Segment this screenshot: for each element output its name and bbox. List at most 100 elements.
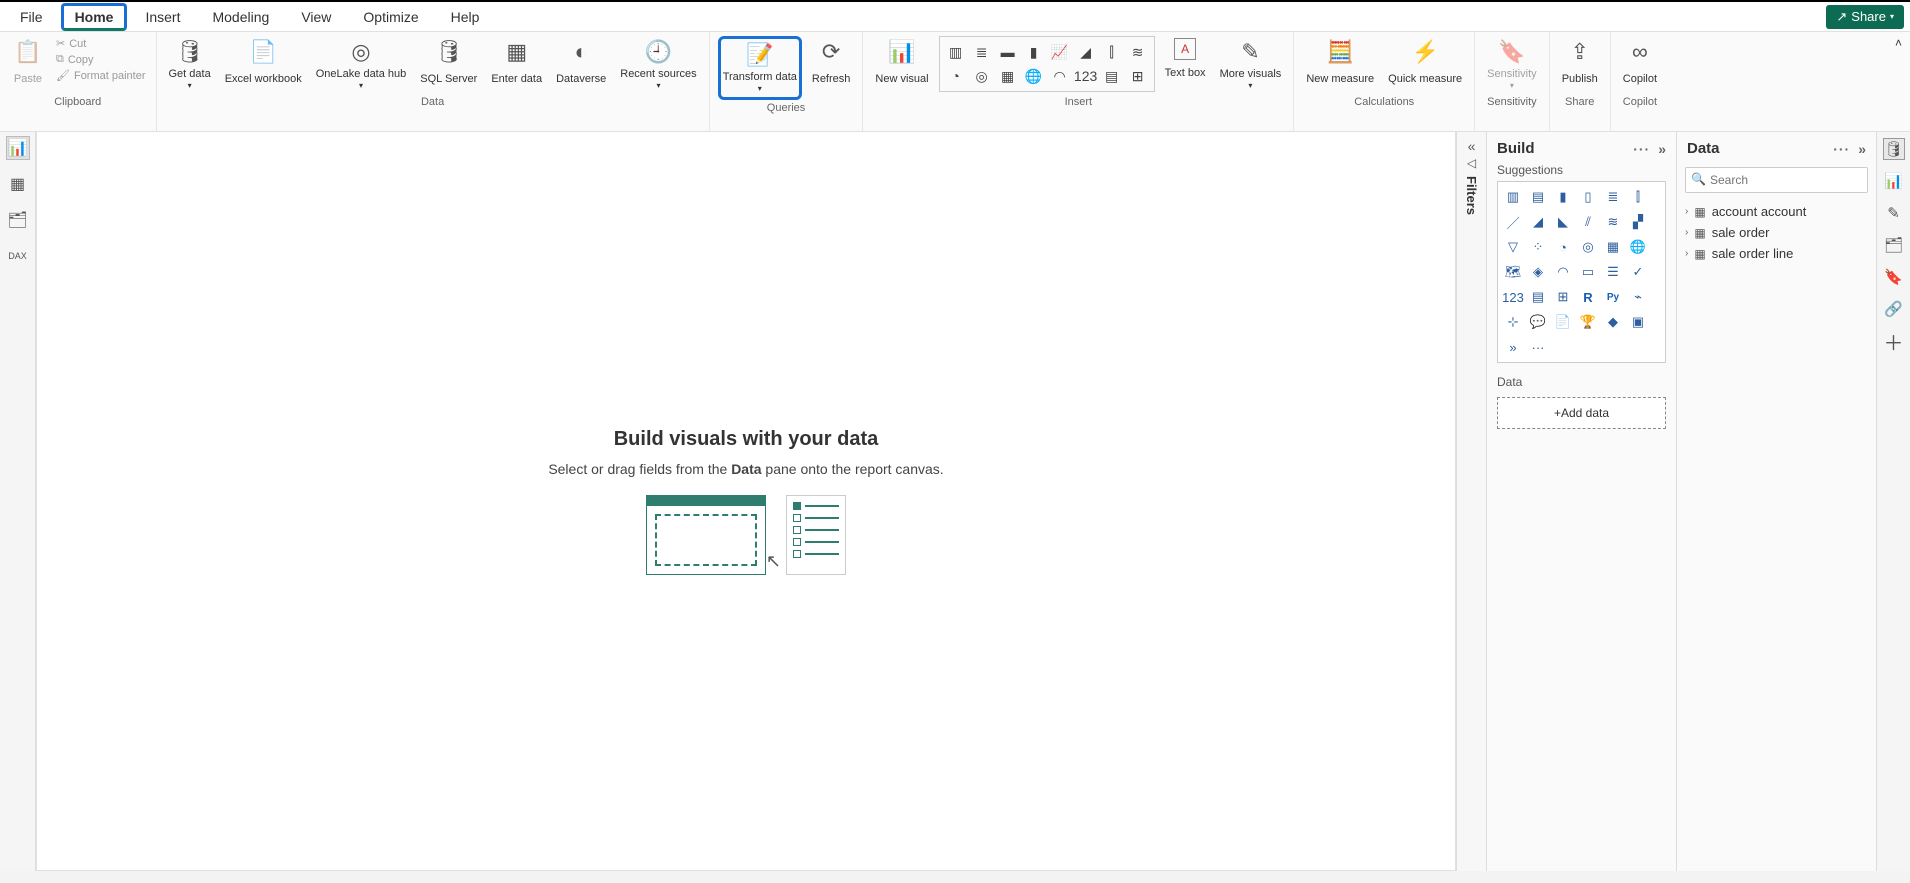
viz-keyinf[interactable]: ⌁ (1627, 286, 1649, 308)
treemap-icon[interactable]: ▦ (996, 65, 1020, 87)
viz-100bar[interactable]: ≣ (1602, 186, 1624, 208)
quick-measure-button[interactable]: ⚡Quick measure (1384, 36, 1466, 94)
viz-line[interactable]: ／ (1502, 211, 1524, 233)
tab-file[interactable]: File (6, 3, 57, 31)
data-search-input[interactable] (1685, 167, 1868, 193)
viz-slicer[interactable]: 123 (1502, 286, 1524, 308)
table-sale-order[interactable]: ›▦sale order (1683, 222, 1870, 243)
donut-icon[interactable]: ◎ (970, 65, 994, 87)
more-visuals-button[interactable]: ✎More visuals▾ (1216, 36, 1286, 94)
onelake-button[interactable]: ◎OneLake data hub▾ (312, 36, 411, 94)
report-canvas[interactable]: Build visuals with your data Select or d… (36, 132, 1456, 871)
build-expand-button[interactable]: » (1658, 141, 1666, 157)
clustered-bar-icon[interactable]: ≣ (970, 41, 994, 63)
dax-view-button[interactable]: DAX (6, 244, 30, 268)
viz-decomp[interactable]: ⊹ (1502, 311, 1524, 333)
table-sale-order-line[interactable]: ›▦sale order line (1683, 243, 1870, 264)
viz-waterfall[interactable]: ▞ (1627, 211, 1649, 233)
viz-ribbon[interactable]: ≋ (1602, 211, 1624, 233)
viz-filledmap[interactable]: 🗺 (1502, 261, 1524, 283)
viz-getmore[interactable]: » (1502, 336, 1524, 358)
copilot-button[interactable]: ∞Copilot (1619, 36, 1661, 94)
copy-button[interactable]: ⧉Copy (54, 52, 148, 67)
text-box-button[interactable]: AText box (1161, 36, 1210, 88)
right-rail-format[interactable]: 📊 (1883, 170, 1905, 192)
build-more-button[interactable]: ··· (1633, 141, 1650, 157)
viz-pie[interactable]: ◔ (1552, 236, 1574, 258)
data-view-button[interactable]: ▦ (6, 172, 30, 196)
viz-stackedarea[interactable]: ◣ (1552, 211, 1574, 233)
refresh-button[interactable]: ⟳Refresh (808, 36, 855, 94)
matrix-icon[interactable]: ⊞ (1126, 65, 1150, 87)
viz-r[interactable]: R (1577, 286, 1599, 308)
new-measure-button[interactable]: 🧮New measure (1302, 36, 1378, 94)
data-expand-button[interactable]: » (1858, 141, 1866, 157)
table-icon[interactable]: ▤ (1100, 65, 1124, 87)
viz-table[interactable]: ▤ (1527, 286, 1549, 308)
pie-icon[interactable]: ◔ (944, 65, 968, 87)
card-icon[interactable]: 123 (1074, 65, 1098, 87)
right-rail-add[interactable]: ＋ (1883, 330, 1905, 352)
viz-py[interactable]: Py (1602, 286, 1624, 308)
tab-optimize[interactable]: Optimize (349, 3, 432, 31)
gauge-icon[interactable]: ◠ (1048, 65, 1072, 87)
tab-home[interactable]: Home (61, 3, 128, 31)
viz-powerapps[interactable]: ◆ (1602, 311, 1624, 333)
combo-icon[interactable]: ⫿ (1100, 41, 1124, 63)
viz-kpi[interactable]: ✓ (1627, 261, 1649, 283)
add-data-button[interactable]: +Add data (1497, 397, 1666, 429)
cut-button[interactable]: ✂Cut (54, 36, 148, 51)
viz-shapemap[interactable]: ◈ (1527, 261, 1549, 283)
table-account-account[interactable]: ›▦account account (1683, 201, 1870, 222)
tab-help[interactable]: Help (437, 3, 494, 31)
viz-more[interactable]: ··· (1527, 336, 1549, 358)
format-painter-button[interactable]: 🖌Format painter (54, 68, 148, 83)
data-more-button[interactable]: ··· (1833, 141, 1850, 157)
viz-linecol[interactable]: ⫽ (1577, 211, 1599, 233)
viz-scatter[interactable]: ⁘ (1527, 236, 1549, 258)
transform-data-button[interactable]: 📝Transform data▾ (718, 36, 802, 100)
line-icon[interactable]: 📈 (1048, 41, 1072, 63)
viz-stackedbar[interactable]: ▥ (1502, 186, 1524, 208)
dataverse-button[interactable]: ◐Dataverse (552, 36, 610, 94)
clustered-col-icon[interactable]: ▮ (1022, 41, 1046, 63)
viz-card[interactable]: ▭ (1577, 261, 1599, 283)
recent-sources-button[interactable]: 🕘Recent sources▾ (616, 36, 700, 94)
right-rail-sync[interactable]: 🔗 (1883, 298, 1905, 320)
viz-paginated[interactable]: 🏆 (1577, 311, 1599, 333)
new-visual-button[interactable]: 📊New visual (871, 36, 932, 94)
viz-narrative[interactable]: 📄 (1552, 311, 1574, 333)
viz-multirow[interactable]: ☰ (1602, 261, 1624, 283)
viz-clusteredcol[interactable]: ▯ (1577, 186, 1599, 208)
viz-funnel[interactable]: ▽ (1502, 236, 1524, 258)
tab-view[interactable]: View (287, 3, 345, 31)
model-view-button[interactable]: 🗂 (6, 208, 30, 232)
viz-gauge[interactable]: ◠ (1552, 261, 1574, 283)
sql-button[interactable]: 🛢SQL Server (416, 36, 481, 94)
paste-button[interactable]: 📋 Paste (8, 36, 48, 94)
expand-filters-icon[interactable]: « (1468, 138, 1476, 154)
tab-insert[interactable]: Insert (131, 3, 194, 31)
right-rail-bookmarks[interactable]: 🔖 (1883, 266, 1905, 288)
get-data-button[interactable]: 🛢Get data▾ (165, 36, 215, 94)
tab-modeling[interactable]: Modeling (198, 3, 283, 31)
share-button[interactable]: ↗ Share ▾ (1826, 5, 1904, 29)
viz-matrix[interactable]: ⊞ (1552, 286, 1574, 308)
enter-data-button[interactable]: ▦Enter data (487, 36, 546, 94)
area-icon[interactable]: ◢ (1074, 41, 1098, 63)
sensitivity-button[interactable]: 🔖Sensitivity▾ (1483, 36, 1541, 94)
filters-panel-collapsed[interactable]: « ◁ Filters (1456, 132, 1486, 871)
viz-area[interactable]: ◢ (1527, 211, 1549, 233)
collapse-ribbon-button[interactable]: ˄ (1887, 32, 1910, 54)
ribbon-icon[interactable]: ≋ (1126, 41, 1150, 63)
stacked-col-icon[interactable]: ▬ (996, 41, 1020, 63)
viz-100col[interactable]: ⫿ (1627, 186, 1649, 208)
right-rail-selection[interactable]: 🗂 (1883, 234, 1905, 256)
viz-donut[interactable]: ◎ (1577, 236, 1599, 258)
right-rail-data[interactable]: 🛢 (1883, 138, 1905, 160)
viz-qna[interactable]: 💬 (1527, 311, 1549, 333)
publish-button[interactable]: ⇪Publish (1558, 36, 1602, 94)
right-rail-analytics[interactable]: ✎ (1883, 202, 1905, 224)
report-view-button[interactable]: 📊 (6, 136, 30, 160)
viz-automate[interactable]: ▣ (1627, 311, 1649, 333)
